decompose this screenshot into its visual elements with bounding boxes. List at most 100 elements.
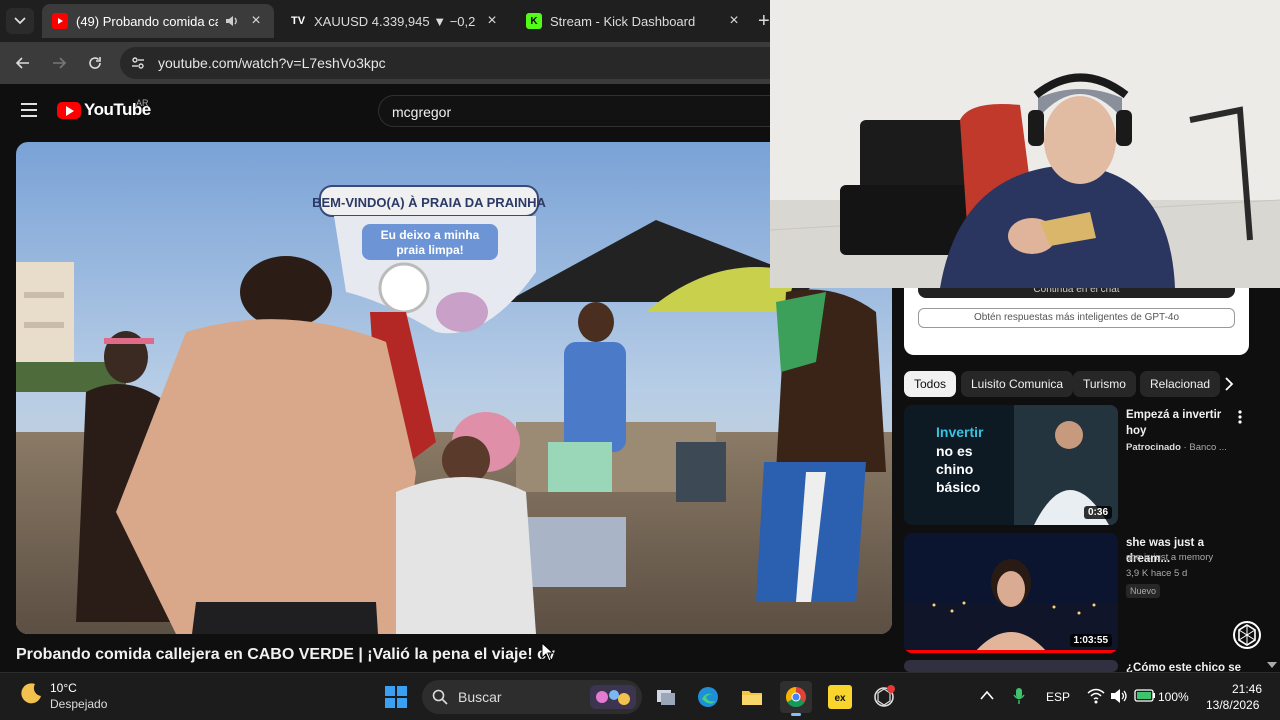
clock-time[interactable]: 21:46 bbox=[1232, 682, 1262, 696]
windows-icon bbox=[385, 686, 407, 708]
sponsor-line: Patrocinado · Banco ... bbox=[1126, 442, 1227, 453]
edge-icon bbox=[698, 687, 718, 707]
input-language[interactable]: ESP bbox=[1046, 690, 1070, 704]
chip-turismo[interactable]: Turismo bbox=[1073, 371, 1136, 397]
thumb-line-3: chino bbox=[936, 461, 973, 477]
weather-temperature: 10°C bbox=[50, 681, 77, 695]
chrome-button[interactable] bbox=[780, 681, 812, 716]
tab-title: XAUUSD 4.339,945 ▼ −0,26% S bbox=[314, 13, 476, 29]
battery-icon[interactable] bbox=[1134, 689, 1156, 702]
folder-icon bbox=[742, 691, 762, 705]
more-vert-icon[interactable] bbox=[1235, 409, 1245, 425]
chatgpt-taskbar-button[interactable] bbox=[868, 681, 900, 713]
recommendation-item[interactable]: ¿Cómo este chico se bbox=[904, 660, 1274, 672]
webcam-overlay bbox=[770, 0, 1280, 288]
search-value: mcgregor bbox=[392, 104, 452, 120]
video-thumbnail[interactable] bbox=[904, 660, 1118, 672]
sign-line-3: praia limpa! bbox=[396, 243, 463, 257]
filter-chips: Todos Luisito Comunica Turismo Relaciona… bbox=[904, 371, 1244, 397]
search-highlight-icon bbox=[590, 685, 636, 709]
weather-widget[interactable]: 10°C Despejado bbox=[20, 681, 107, 711]
chip-luisito[interactable]: Luisito Comunica bbox=[961, 371, 1074, 397]
exness-icon: ex bbox=[828, 685, 852, 709]
scroll-down-icon[interactable] bbox=[1266, 660, 1278, 670]
sign-line-2: Eu deixo a minha bbox=[381, 228, 480, 242]
file-explorer-button[interactable] bbox=[736, 681, 768, 713]
sign-line-1: BEM-VINDO(A) À PRAIA DA PRAINHA bbox=[312, 195, 546, 210]
video-player[interactable]: BEM-VINDO(A) À PRAIA DA PRAINHA Eu deixo… bbox=[16, 142, 892, 634]
chevron-down-icon bbox=[14, 17, 26, 25]
watch-progress-bar bbox=[904, 650, 1118, 653]
search-icon bbox=[432, 689, 448, 705]
close-tab-icon[interactable]: × bbox=[484, 13, 500, 29]
start-button[interactable] bbox=[380, 681, 412, 713]
thumb-line-4: básico bbox=[936, 479, 980, 495]
thumb-line-2: no es bbox=[936, 443, 973, 459]
search-input[interactable]: mcgregor bbox=[378, 95, 778, 127]
chevron-right-icon[interactable] bbox=[1222, 376, 1236, 392]
webcam-image bbox=[770, 0, 1280, 288]
tab-search-button[interactable] bbox=[6, 8, 34, 34]
youtube-icon bbox=[52, 13, 68, 29]
moon-icon bbox=[21, 683, 41, 704]
battery-percent: 100% bbox=[1158, 690, 1189, 704]
new-badge: Nuevo bbox=[1126, 584, 1161, 598]
windows-taskbar: 10°C Despejado Buscar ex ESP 100% 21:46 … bbox=[0, 672, 1280, 720]
arrow-left-icon bbox=[15, 57, 29, 69]
clock-date[interactable]: 13/8/2026 bbox=[1206, 698, 1259, 712]
chip-todos[interactable]: Todos bbox=[904, 371, 957, 397]
arrow-right-icon bbox=[53, 57, 67, 69]
chrome-icon bbox=[786, 687, 806, 707]
hamburger-menu-icon[interactable] bbox=[18, 99, 40, 121]
active-app-indicator bbox=[791, 713, 801, 716]
chat-promo-card: Continúa en el chat Obtén respuestas más… bbox=[904, 280, 1249, 355]
speaker-icon[interactable] bbox=[224, 13, 240, 29]
new-tab-icon[interactable]: + bbox=[758, 10, 770, 33]
thumb-line-1: Invertir bbox=[936, 424, 984, 440]
back-button[interactable] bbox=[11, 51, 35, 75]
video-title: Probando comida callejera en CABO VERDE … bbox=[16, 646, 555, 663]
tab-youtube[interactable]: (49) Probando comida calle × bbox=[42, 4, 274, 38]
reload-icon bbox=[89, 57, 101, 69]
task-view-button[interactable] bbox=[650, 681, 682, 713]
close-tab-icon[interactable]: × bbox=[248, 13, 264, 29]
exness-button[interactable]: ex bbox=[824, 681, 856, 713]
wifi-icon[interactable] bbox=[1087, 688, 1105, 704]
tab-title: Stream - Kick Dashboard bbox=[550, 13, 696, 29]
microphone-icon[interactable] bbox=[1012, 687, 1026, 705]
chatgpt-icon[interactable] bbox=[1232, 620, 1262, 650]
video-thumbnail[interactable]: 1:03:55 bbox=[904, 533, 1118, 653]
sponsor-name: Banco ... bbox=[1189, 442, 1227, 453]
recommendation-ad[interactable]: Invertir no es chino básico 0:36 Empezá … bbox=[904, 405, 1274, 527]
recommendation-item[interactable]: 1:03:55 she was just a dream... she is j… bbox=[904, 533, 1274, 657]
chip-relacionados[interactable]: Relacionad bbox=[1140, 371, 1221, 397]
reload-button[interactable] bbox=[83, 51, 107, 75]
url-text: youtube.com/watch?v=L7eshVo3kpc bbox=[158, 55, 386, 71]
openai-icon bbox=[874, 685, 895, 707]
chevron-up-icon[interactable] bbox=[980, 690, 994, 700]
search-label: Buscar bbox=[458, 689, 502, 705]
taskbar-search[interactable]: Buscar bbox=[422, 680, 642, 714]
forward-button[interactable] bbox=[47, 51, 71, 75]
mouse-cursor-icon bbox=[541, 642, 555, 662]
channel-name: she is just a memory bbox=[1126, 552, 1214, 563]
country-code: AR bbox=[136, 98, 149, 108]
video-thumbnail[interactable]: Invertir no es chino básico 0:36 bbox=[904, 405, 1118, 525]
tab-tradingview[interactable]: TV XAUUSD 4.339,945 ▼ −0,26% S × bbox=[280, 4, 510, 38]
address-bar[interactable]: youtube.com/watch?v=L7eshVo3kpc bbox=[120, 47, 820, 79]
edge-button[interactable] bbox=[692, 681, 724, 713]
weather-condition: Despejado bbox=[50, 697, 108, 711]
duration-badge: 0:36 bbox=[1083, 506, 1112, 519]
tab-kick[interactable]: K Stream - Kick Dashboard × bbox=[516, 4, 752, 38]
kick-icon: K bbox=[526, 13, 542, 29]
gpt-button[interactable]: Obtén respuestas más inteligentes de GPT… bbox=[918, 308, 1235, 328]
recommendation-title[interactable]: ¿Cómo este chico se bbox=[1126, 660, 1266, 672]
video-frame: BEM-VINDO(A) À PRAIA DA PRAINHA Eu deixo… bbox=[16, 142, 892, 634]
screen: (49) Probando comida calle × TV XAUUSD 4… bbox=[0, 0, 1280, 720]
close-tab-icon[interactable]: × bbox=[726, 13, 742, 29]
site-settings-icon[interactable] bbox=[130, 55, 146, 71]
volume-icon[interactable] bbox=[1110, 688, 1128, 704]
sponsor-label: Patrocinado bbox=[1126, 442, 1181, 453]
recommendation-title[interactable]: Empezá a invertir hoy bbox=[1126, 407, 1236, 439]
tab-title: (49) Probando comida calle bbox=[76, 13, 218, 29]
